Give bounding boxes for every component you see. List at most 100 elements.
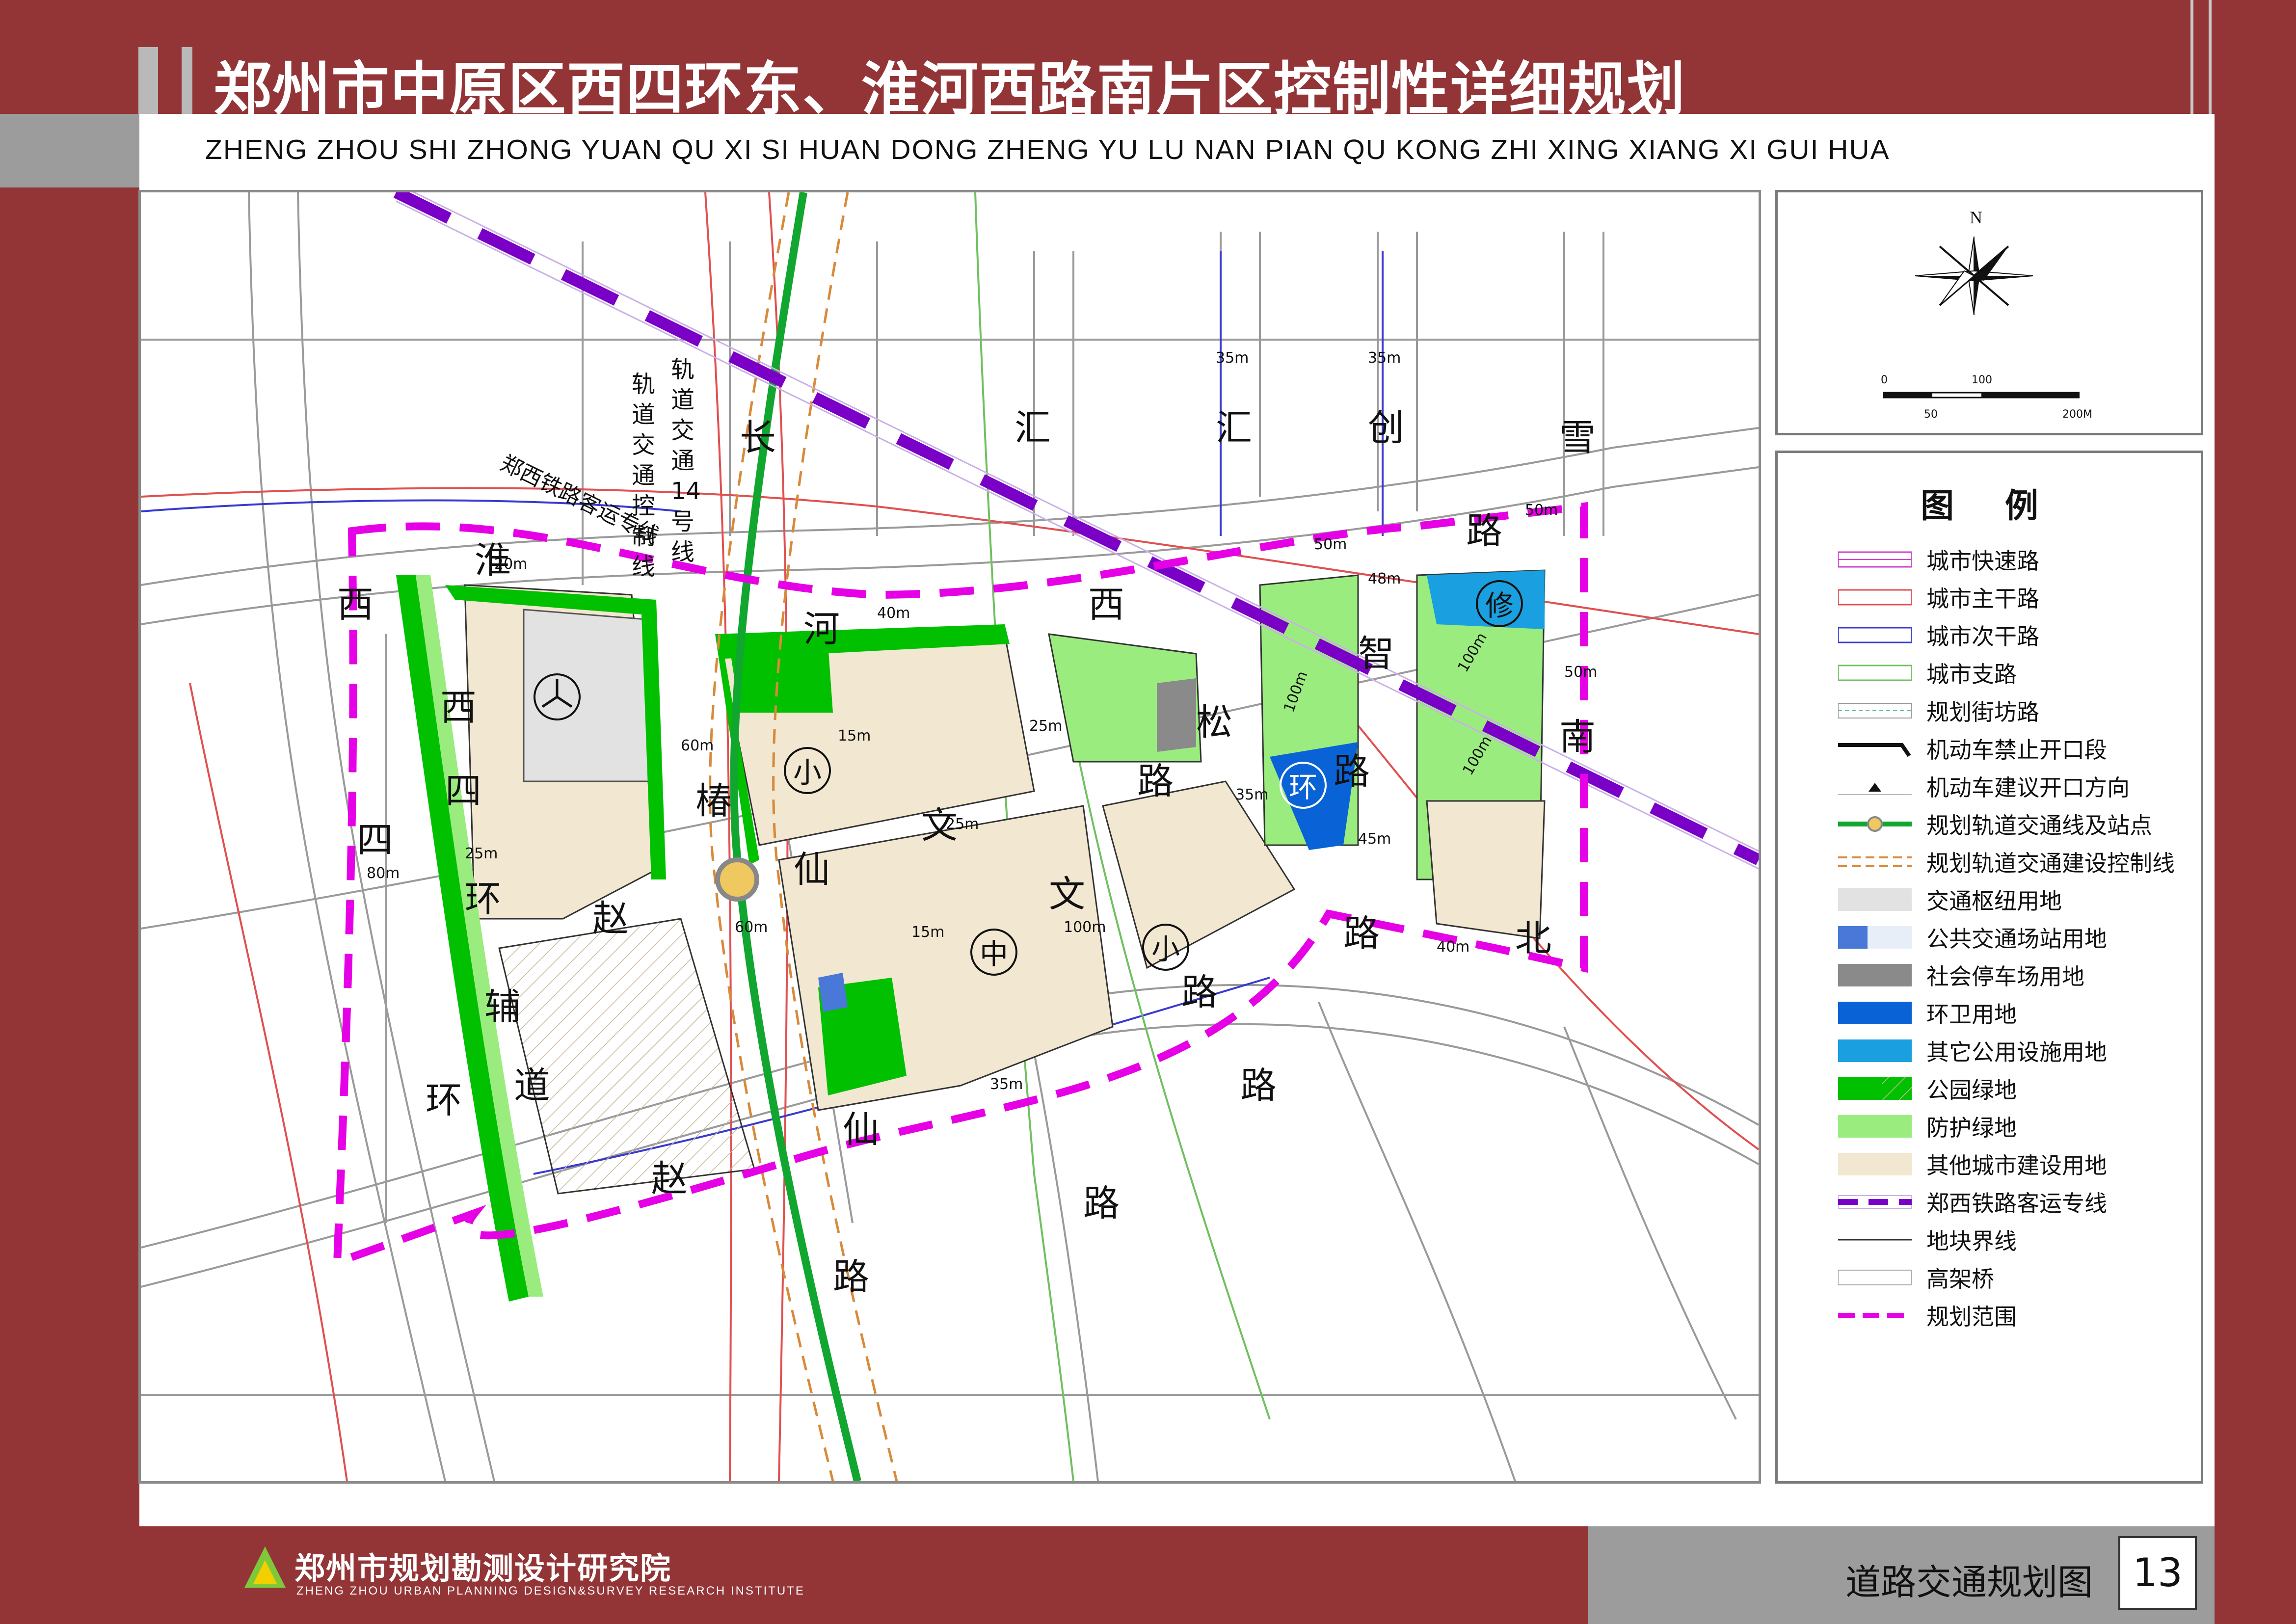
legend-item: 规划轨道交通线及站点 bbox=[1838, 808, 2152, 840]
legend-item: 公园绿地 bbox=[1838, 1073, 2017, 1104]
page-number: 13 bbox=[2118, 1536, 2197, 1610]
metro-line-swatch bbox=[1838, 816, 1912, 832]
compass-panel: N 0 100 50 200M bbox=[1775, 190, 2203, 435]
legend-item: 其它公用设施用地 bbox=[1838, 1035, 2107, 1066]
legend-item: 城市次干路 bbox=[1838, 619, 2039, 651]
school-symbol: 中 bbox=[970, 929, 1017, 976]
frame-left-band bbox=[0, 0, 139, 1624]
road-label: 四 bbox=[445, 770, 481, 812]
metro-line-label: 轨道交通14号线 bbox=[671, 356, 701, 566]
dimension-label: 20m bbox=[494, 556, 528, 573]
dimension-label: 40m bbox=[1437, 938, 1470, 956]
road-label: 西 bbox=[1088, 584, 1124, 626]
institute-name: 郑州市规划勘测设计研究院 bbox=[294, 1550, 672, 1586]
road-label: 路 bbox=[1083, 1182, 1120, 1225]
dimension-label: 50m bbox=[1525, 502, 1558, 519]
road-label: 文 bbox=[1049, 873, 1085, 915]
road-label: 汇 bbox=[1216, 407, 1252, 449]
dimension-label: 45m bbox=[1358, 830, 1391, 848]
opening-arrow-icon bbox=[1838, 783, 1912, 795]
parking-land-swatch bbox=[1838, 964, 1912, 986]
dimension-label: 60m bbox=[735, 919, 768, 936]
legend-item: 规划范围 bbox=[1838, 1300, 2017, 1331]
buffer-land-swatch bbox=[1838, 1115, 1912, 1138]
transit-hub-icon bbox=[534, 673, 581, 720]
dimension-label: 15m bbox=[838, 727, 871, 745]
scale-tick: 0 bbox=[1881, 374, 1888, 386]
scale-bar bbox=[1883, 392, 2080, 399]
map-panel[interactable]: 郑西铁路客运专线 轨道交通14号线 轨道交通控制线 长 汇 汇 创 雪 路 淮 … bbox=[138, 190, 1761, 1484]
road-label: 椿 bbox=[695, 780, 732, 822]
legend-item: 城市支路 bbox=[1838, 657, 2017, 689]
dimension-label: 50m bbox=[1564, 664, 1598, 681]
institute-logo-icon bbox=[244, 1546, 286, 1588]
legend-item: 高架桥 bbox=[1838, 1262, 1994, 1293]
road-label: 路 bbox=[1334, 750, 1370, 793]
frame-deco-line bbox=[2190, 0, 2193, 114]
scale-tick: 100 bbox=[1972, 374, 1992, 386]
road-label: 路 bbox=[1343, 912, 1380, 955]
scale-tick: 50 bbox=[1924, 408, 1938, 421]
dimension-label: 15m bbox=[911, 924, 945, 941]
legend-title: 图 例 bbox=[1921, 487, 2058, 526]
secondary-road-swatch bbox=[1838, 627, 1912, 643]
institute-name-english: ZHENG ZHOU URBAN PLANNING DESIGN&SURVEY … bbox=[296, 1584, 805, 1597]
dimension-label: 35m bbox=[1216, 349, 1249, 367]
express-road-swatch bbox=[1838, 551, 1912, 568]
road-label: 路 bbox=[1466, 510, 1502, 552]
boundary-swatch bbox=[1838, 1313, 1912, 1318]
viaduct-swatch bbox=[1838, 1270, 1912, 1285]
legend-item: 公共交通场站用地 bbox=[1838, 922, 2107, 953]
title-tick-mark bbox=[138, 47, 158, 114]
road-label: 四 bbox=[357, 819, 393, 861]
road-label: 路 bbox=[1240, 1065, 1277, 1107]
sanitation-land-swatch bbox=[1838, 1002, 1912, 1024]
sanitation-symbol: 环 bbox=[1280, 762, 1327, 809]
hub-land-swatch bbox=[1838, 888, 1912, 911]
frame-deco-line bbox=[2209, 0, 2212, 114]
dimension-label: 25m bbox=[465, 845, 498, 862]
dimension-label: 25m bbox=[946, 816, 979, 833]
no-opening-swatch bbox=[1838, 743, 1911, 757]
railway-swatch bbox=[1838, 1195, 1912, 1209]
scale-tick: 200M bbox=[2062, 408, 2092, 421]
road-label: 河 bbox=[803, 608, 840, 650]
road-label: 环 bbox=[426, 1079, 462, 1121]
road-label: 智 bbox=[1358, 633, 1394, 675]
other-land-swatch bbox=[1838, 1153, 1912, 1175]
road-label: 路 bbox=[1137, 760, 1174, 802]
legend-item: 地块界线 bbox=[1838, 1224, 2017, 1255]
road-label: 创 bbox=[1368, 407, 1404, 449]
road-label: 仙 bbox=[843, 1109, 879, 1151]
dimension-label: 35m bbox=[1368, 349, 1401, 367]
school-symbol: 小 bbox=[1142, 924, 1189, 971]
legend-item: 郑西铁路客运专线 bbox=[1838, 1186, 2107, 1218]
legend-item: 社会停车场用地 bbox=[1838, 959, 2084, 991]
road-label: 路 bbox=[833, 1256, 869, 1298]
legend-item: 城市快速路 bbox=[1838, 544, 2039, 575]
block-road-swatch bbox=[1838, 703, 1912, 719]
road-label: 长 bbox=[740, 417, 776, 459]
branch-road-swatch bbox=[1838, 665, 1912, 681]
road-label: 道 bbox=[514, 1065, 550, 1107]
legend-item: 机动车建议开口方向 bbox=[1838, 771, 2130, 802]
road-label: 赵 bbox=[592, 898, 629, 940]
repair-symbol: 修 bbox=[1476, 580, 1523, 627]
dimension-label: 100m bbox=[1064, 919, 1106, 936]
school-symbol: 小 bbox=[784, 747, 831, 794]
plan-title: 郑州市中原区西四环东、淮河西路南片区控制性详细规划 bbox=[214, 55, 1686, 123]
legend-item: 城市主干路 bbox=[1838, 582, 2039, 613]
north-arrow-icon bbox=[1915, 236, 2033, 316]
legend-item: 防护绿地 bbox=[1838, 1111, 2017, 1142]
arterial-road-swatch bbox=[1838, 589, 1912, 606]
legend-item: 机动车禁止开口段 bbox=[1838, 733, 2107, 764]
legend-item: 规划轨道交通建设控制线 bbox=[1838, 846, 2175, 878]
road-label: 赵 bbox=[651, 1158, 688, 1200]
road-label: 雪 bbox=[1559, 417, 1596, 459]
dimension-label: 80m bbox=[367, 865, 400, 882]
road-label: 仙 bbox=[794, 849, 830, 891]
road-label: 松 bbox=[1196, 701, 1232, 744]
dimension-label: 40m bbox=[877, 605, 910, 622]
dimension-label: 35m bbox=[1235, 786, 1269, 803]
dimension-label: 48m bbox=[1368, 570, 1401, 587]
